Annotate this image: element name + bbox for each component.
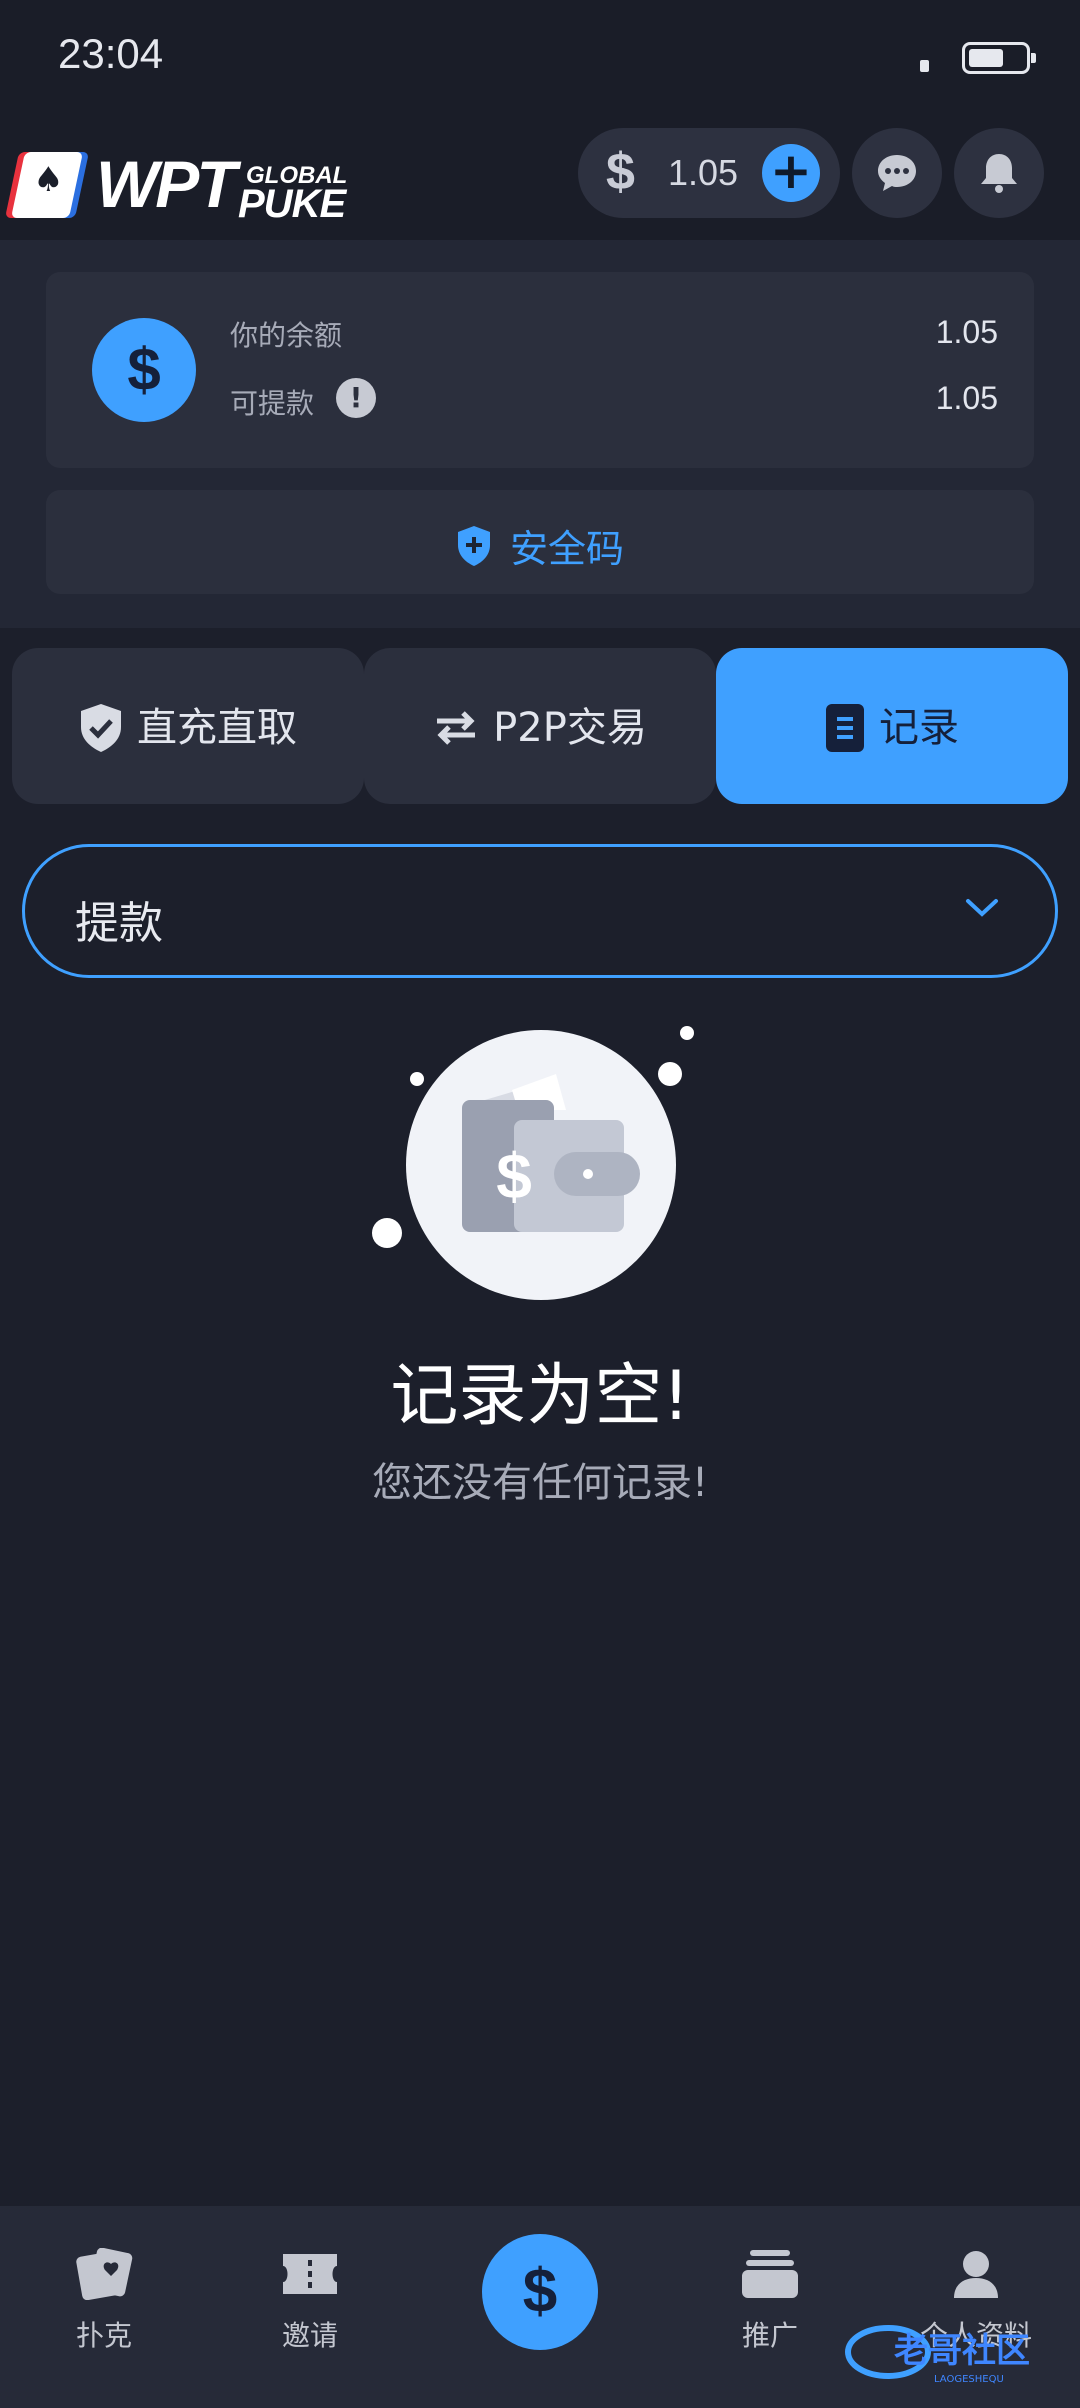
record-type-select[interactable]: 提款 — [22, 844, 1058, 978]
watermark-text: 老哥社区 — [894, 2331, 1030, 2371]
user-icon — [954, 2251, 998, 2298]
security-code-content: 安全码 — [46, 518, 1034, 573]
app-header: ♠ WPT GLOBAL PUKE $ 1.05 + — [0, 116, 1080, 240]
nav-invite[interactable]: 邀请 — [240, 2248, 380, 2354]
record-type-value: 提款 — [75, 898, 163, 949]
dollar-icon: $ — [606, 143, 635, 201]
your-balance-label: 你的余额 — [230, 319, 343, 352]
battery-icon — [962, 42, 1036, 74]
nav-promotion[interactable]: 推广 — [700, 2248, 840, 2354]
tab-direct-deposit[interactable]: 直充直取 — [12, 648, 364, 804]
nav-label: 邀请 — [281, 2319, 338, 2352]
header-balance-value: 1.05 — [668, 152, 739, 193]
withdrawable-value: 1.05 — [935, 380, 998, 416]
tab-records[interactable]: 记录 — [716, 648, 1068, 804]
poker-cards-icon — [76, 2248, 133, 2300]
empty-state: $ 记录为空! 您还没有任何记录! — [0, 1020, 1080, 1520]
bell-icon — [981, 154, 1017, 193]
chevron-down-icon — [966, 899, 998, 917]
coin-dollar-icon: $ — [92, 318, 196, 422]
document-icon — [826, 704, 864, 752]
logo-card-icon: ♠ — [10, 152, 84, 218]
empty-subtitle: 您还没有任何记录! — [371, 1460, 709, 1506]
watermark-subtext: LAOGESHEQU — [934, 2374, 1004, 2385]
logo-text-bottom: PUKE — [238, 182, 346, 226]
wallet-tabs: 直充直取 P2P交易 记录 — [12, 648, 1068, 804]
deposit-plus-button[interactable]: + — [762, 144, 820, 202]
watermark-logo: 老哥社区 LAOGESHEQU — [838, 2316, 1064, 2386]
wallet-icon: $ — [462, 1074, 640, 1232]
wpt-logo: ♠ WPT GLOBAL PUKE — [10, 136, 347, 226]
svg-text:$: $ — [496, 1140, 532, 1212]
security-code-button[interactable]: 安全码 — [46, 490, 1034, 594]
your-balance-value: 1.05 — [935, 314, 998, 350]
chat-bubble-icon — [878, 155, 916, 191]
notification-button[interactable] — [954, 128, 1044, 218]
nav-wallet-button[interactable]: $ — [482, 2234, 598, 2350]
tab-label: P2P交易 — [493, 705, 647, 751]
tab-p2p-trade[interactable]: P2P交易 — [364, 648, 716, 804]
wallet-summary: $ 你的余额 1.05 可提款 ! 1.05 安全码 — [0, 240, 1080, 628]
shield-plus-icon — [457, 525, 490, 566]
nav-label: 扑克 — [75, 2319, 132, 2352]
balance-card: $ 你的余额 1.05 可提款 ! 1.05 — [46, 272, 1034, 468]
shield-check-icon — [81, 704, 121, 752]
empty-title: 记录为空! — [390, 1357, 690, 1436]
nav-label: 推广 — [741, 2319, 798, 2352]
status-time: 23:04 — [58, 30, 164, 77]
bottom-nav: 扑克 邀请 $ 推广 个人资料 老哥社区 LAOGESHEQU — [0, 2206, 1080, 2408]
status-bar: 23:04 — [0, 0, 1080, 116]
withdrawable-label: 可提款 — [230, 387, 315, 420]
swap-arrows-icon — [437, 711, 476, 745]
tab-label: 记录 — [879, 705, 959, 751]
nav-poker[interactable]: 扑克 — [34, 2248, 174, 2354]
security-code-label: 安全码 — [509, 527, 624, 571]
header-balance-pill[interactable]: $ 1.05 + — [578, 128, 840, 218]
decor-bubble — [680, 1026, 694, 1040]
empty-illustration: $ — [406, 1030, 676, 1300]
decor-bubble — [372, 1218, 402, 1248]
stack-icon — [742, 2250, 798, 2298]
signal-dot — [920, 60, 929, 72]
chat-button[interactable] — [852, 128, 942, 218]
ticket-icon — [283, 2254, 337, 2294]
logo-text-main: WPT — [96, 147, 237, 221]
info-icon[interactable]: ! — [336, 378, 376, 418]
tab-label: 直充直取 — [137, 705, 297, 751]
